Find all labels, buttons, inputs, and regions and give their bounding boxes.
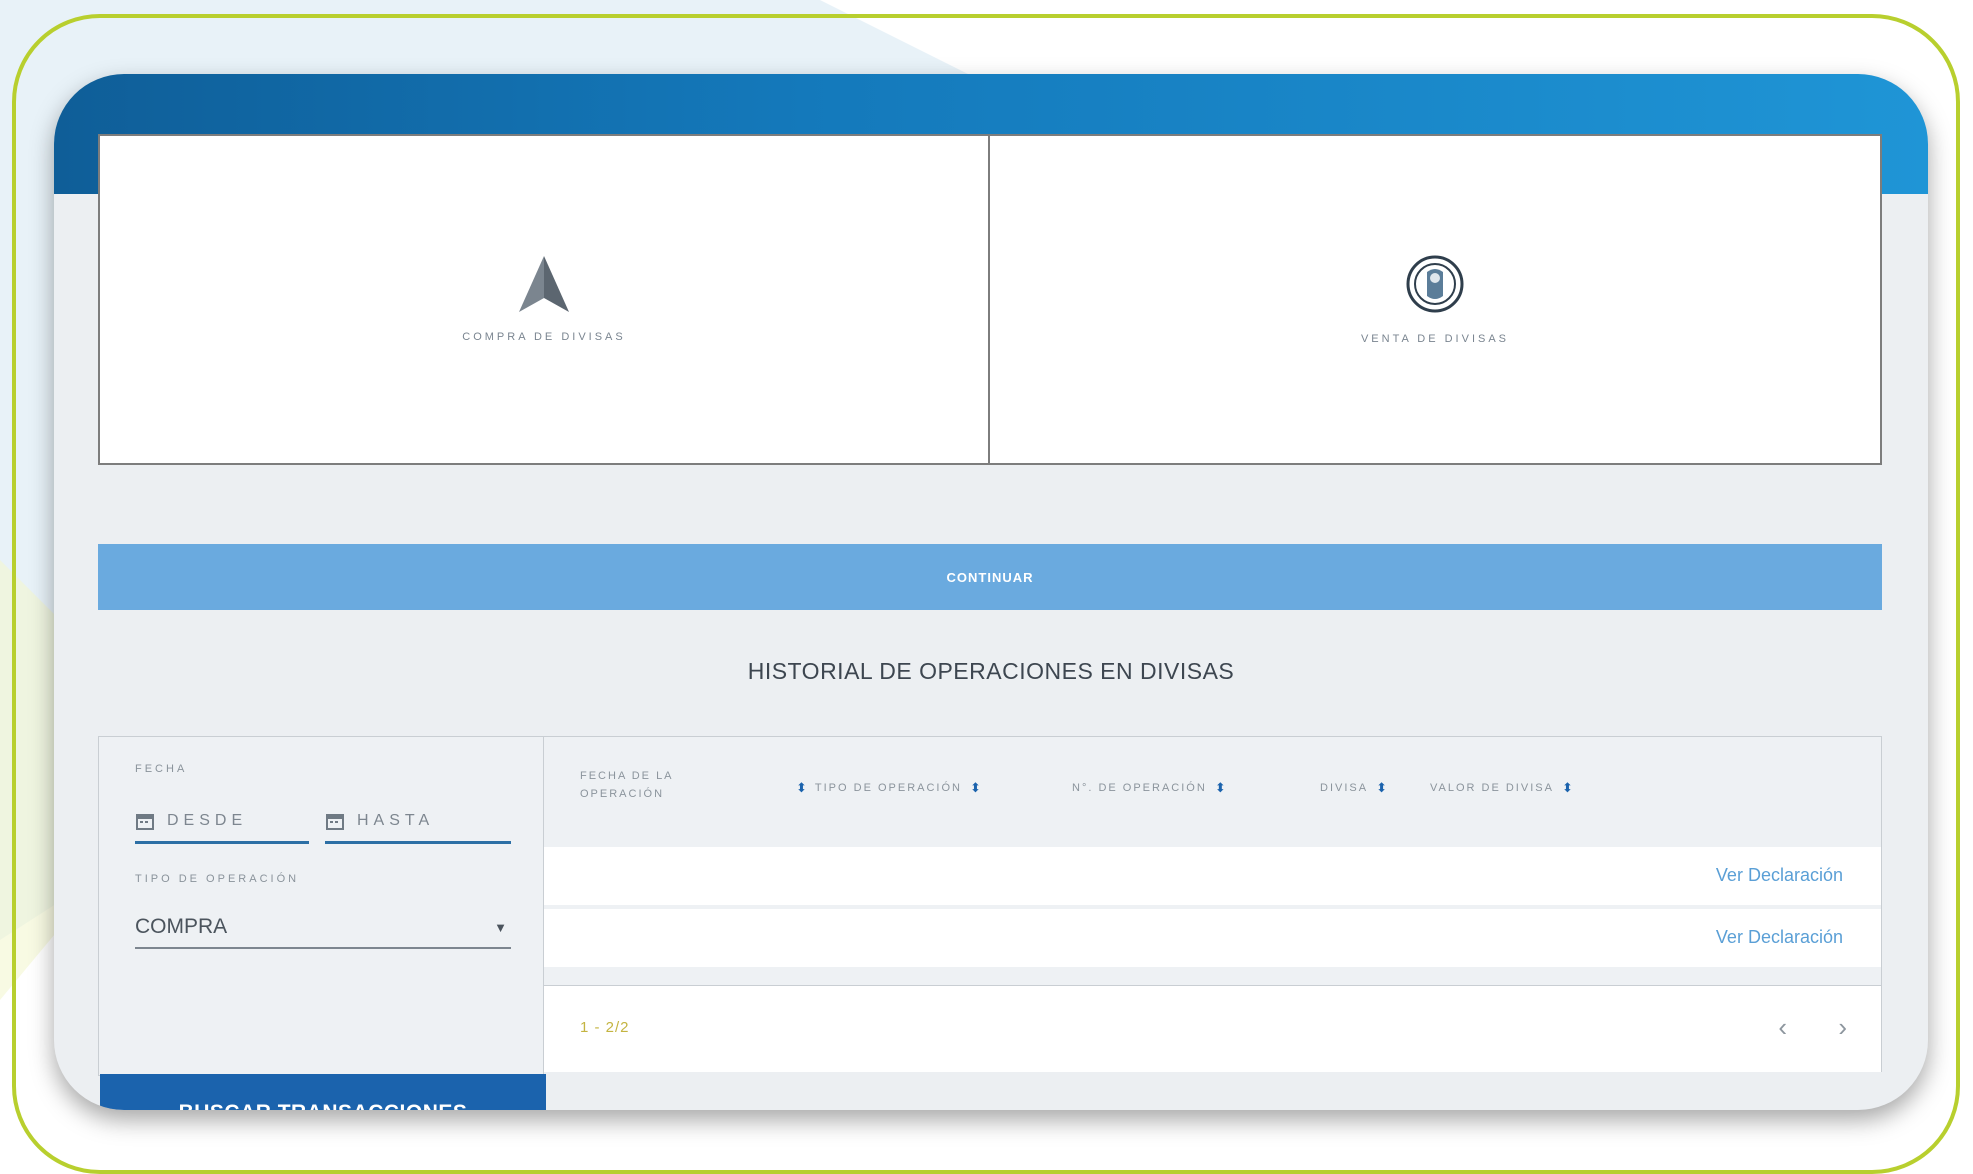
prev-page-button[interactable]: ‹ (1778, 1012, 1787, 1043)
column-header-currency[interactable]: DIVISA ⬍ (1320, 779, 1387, 797)
operation-type-value: COMPRA (135, 915, 228, 938)
date-to-field[interactable]: HASTA (325, 801, 511, 844)
date-label: FECHA (135, 763, 188, 775)
buy-currency-label: COMPRA DE DIVISAS (462, 331, 626, 343)
sort-icon[interactable]: ⬍ (1562, 779, 1573, 797)
history-title: HISTORIAL DE OPERACIONES EN DIVISAS (747, 658, 1235, 684)
coin-icon (1405, 254, 1465, 319)
buy-currency-option[interactable]: COMPRA DE DIVISAS (98, 134, 990, 465)
column-header-date[interactable]: FECHA DE LA OPERACIÓN (580, 767, 730, 803)
table-row: Ver Declaración (544, 847, 1881, 905)
search-transactions-button[interactable]: BUSCAR TRANSACCIONES (100, 1074, 546, 1110)
app-window: COMPRA DE DIVISAS VENTA DE DIVISAS CONTI… (54, 74, 1928, 1110)
calendar-icon (135, 811, 155, 831)
next-page-button[interactable]: › (1838, 1012, 1847, 1043)
view-declaration-link[interactable]: Ver Declaración (1716, 865, 1843, 886)
column-header-currency-value[interactable]: VALOR DE DIVISA ⬍ (1430, 779, 1573, 797)
operation-type-select[interactable]: COMPRA ▼ (135, 907, 511, 949)
column-header-operation-type[interactable]: ⬍ TIPO DE OPERACIÓN ⬍ (796, 779, 981, 797)
continue-button[interactable]: CONTINUAR (98, 544, 1882, 610)
sort-icon[interactable]: ⬍ (1215, 779, 1226, 797)
history-table: FECHA DE LA OPERACIÓN ⬍ TIPO DE OPERACIÓ… (544, 736, 1882, 986)
arrow-up-icon (519, 256, 569, 317)
date-to-placeholder: HASTA (357, 812, 435, 829)
sort-icon[interactable]: ⬍ (970, 779, 981, 797)
sell-currency-label: VENTA DE DIVISAS (1360, 333, 1510, 345)
pagination-count: 1 - 2/2 (580, 1019, 630, 1036)
sort-icon[interactable]: ⬍ (1376, 779, 1387, 797)
calendar-icon (325, 811, 345, 831)
date-from-placeholder: DESDE (167, 812, 248, 829)
date-from-field[interactable]: DESDE (135, 801, 309, 844)
view-declaration-link[interactable]: Ver Declaración (1716, 927, 1843, 948)
pagination-bar: 1 - 2/2 ‹ › (544, 986, 1882, 1072)
sell-currency-option[interactable]: VENTA DE DIVISAS (990, 134, 1882, 465)
column-header-operation-number[interactable]: N°. DE OPERACIÓN ⬍ (1072, 779, 1226, 797)
chevron-down-icon: ▼ (494, 919, 507, 935)
sort-icon[interactable]: ⬍ (796, 779, 807, 797)
filter-panel: FECHA DESDE HASTA TIPO DE OPERACIÓN COMP… (98, 736, 544, 1076)
table-row: Ver Declaración (544, 909, 1881, 967)
operation-type-label: TIPO DE OPERACIÓN (135, 873, 300, 885)
